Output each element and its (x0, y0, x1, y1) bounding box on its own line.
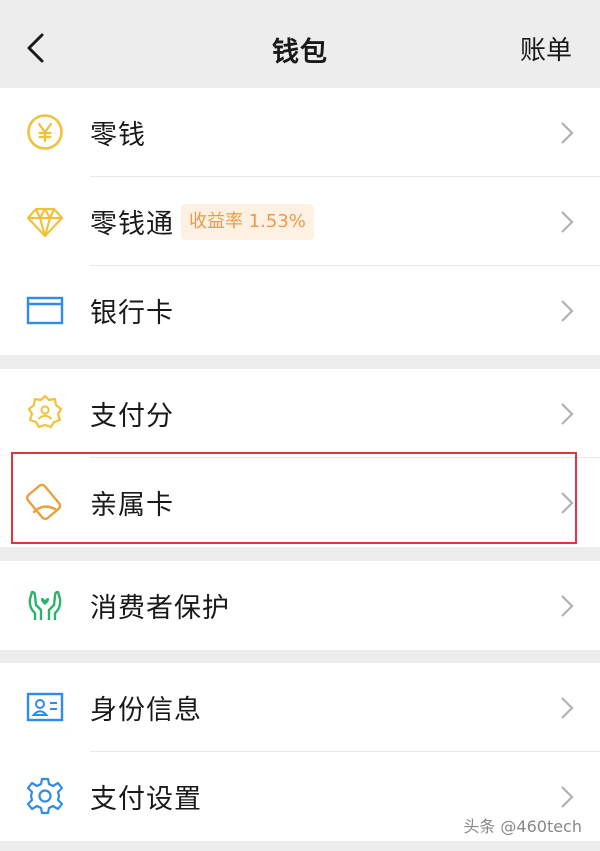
row-label: 零钱 (90, 120, 146, 151)
family-card-icon (25, 483, 62, 521)
chevron-right-icon (561, 403, 574, 425)
nav-bar: 钱包 账单 (0, 0, 600, 96)
row-family-card[interactable]: 亲属卡 (0, 458, 600, 547)
wallet-group-credit: 支付分 亲属卡 (0, 369, 600, 547)
bill-button[interactable]: 账单 (520, 30, 572, 67)
row-label: 亲属卡 (90, 490, 174, 521)
gear-icon (26, 777, 64, 815)
chevron-right-icon (561, 300, 574, 322)
chevron-right-icon (561, 211, 574, 233)
row-label: 身份信息 (90, 695, 202, 726)
bank-card-icon (26, 296, 64, 325)
row-identity-info[interactable]: 身份信息 (0, 663, 600, 752)
row-label: 零钱通 (90, 209, 174, 240)
row-label: 消费者保护 (90, 593, 230, 624)
row-label: 银行卡 (90, 298, 174, 329)
chevron-right-icon (561, 122, 574, 144)
row-pay-score[interactable]: 支付分 (0, 369, 600, 458)
wallet-group-protection: 消费者保护 (0, 561, 600, 650)
score-badge-icon (27, 394, 63, 429)
row-label: 支付分 (90, 401, 174, 432)
diamond-icon (26, 207, 64, 238)
protection-hands-icon (28, 590, 62, 620)
yield-rate-badge: 收益率 1.53% (181, 204, 314, 240)
page-title: 钱包 (272, 37, 328, 68)
row-change[interactable]: 零钱 (0, 88, 600, 177)
wallet-group-funds: 零钱 零钱通 收益率 1.53% 银行卡 (0, 88, 600, 355)
chevron-right-icon (561, 697, 574, 719)
row-bank-card[interactable]: 银行卡 (0, 266, 600, 355)
yuan-coin-icon (27, 114, 63, 150)
row-lingqiantong[interactable]: 零钱通 收益率 1.53% (0, 177, 600, 266)
watermark: 头条 @460tech (463, 817, 582, 836)
chevron-right-icon (561, 595, 574, 617)
chevron-right-icon (561, 786, 574, 808)
row-consumer-protection[interactable]: 消费者保护 (0, 561, 600, 650)
chevron-right-icon (561, 492, 574, 514)
row-label: 支付设置 (90, 784, 202, 815)
id-card-icon (26, 692, 64, 722)
